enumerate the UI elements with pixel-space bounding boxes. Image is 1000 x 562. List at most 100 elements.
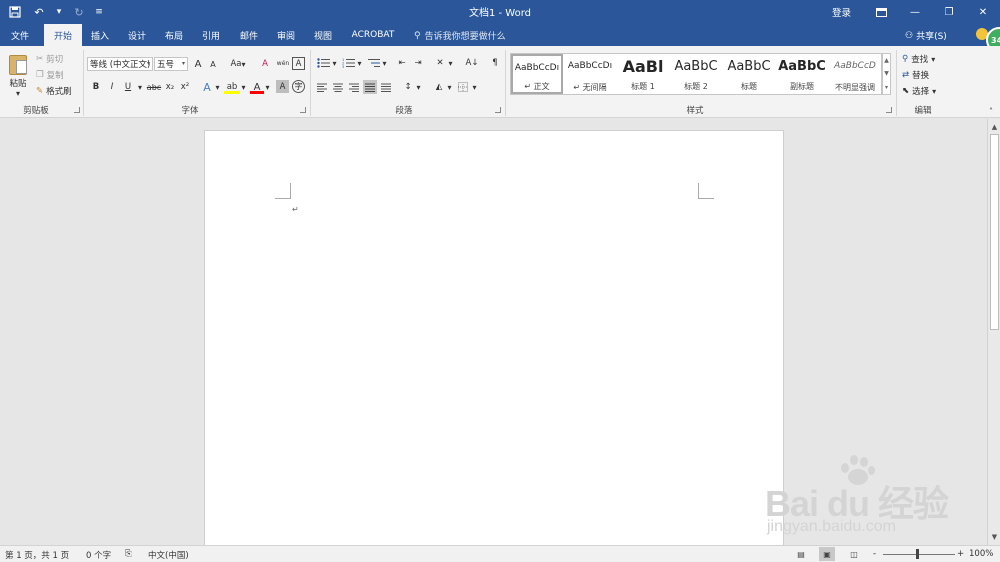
chevron-down-icon[interactable]: ▾ <box>415 80 422 94</box>
paste-dropdown-icon[interactable]: ▾ <box>14 89 22 98</box>
show-marks-icon[interactable]: ¶ <box>488 56 502 70</box>
tell-me-box[interactable]: ⚲ 告诉我你想要做什么 <box>414 29 506 43</box>
document-page[interactable]: ↵ <box>204 130 784 550</box>
tab-design[interactable]: 设计 <box>121 24 153 46</box>
print-layout-icon[interactable]: ▣ <box>819 547 835 561</box>
chinese-layout-icon[interactable]: ✕ <box>433 56 447 70</box>
clipboard-launcher-icon[interactable] <box>74 107 80 113</box>
zoom-out-button[interactable]: - <box>873 549 876 559</box>
page-count[interactable]: 第 1 页，共 1 页 <box>5 549 69 561</box>
phonetic-guide-button[interactable]: wén <box>276 54 290 72</box>
chevron-down-icon[interactable]: ▾ <box>331 56 338 70</box>
font-launcher-icon[interactable] <box>300 107 306 113</box>
paragraph-launcher-icon[interactable] <box>495 107 501 113</box>
tab-review[interactable]: 审阅 <box>270 24 302 46</box>
tab-references[interactable]: 引用 <box>195 24 227 46</box>
font-size-combo[interactable]: 五号 ▾ <box>154 57 188 71</box>
shrink-font-button[interactable]: A <box>207 57 219 71</box>
tab-home[interactable]: 开始 <box>44 24 82 46</box>
close-icon[interactable]: ✕ <box>966 0 1000 24</box>
style-subtitle[interactable]: AaBbC 副标题 <box>776 54 828 94</box>
change-case-button[interactable]: Aa ▾ <box>226 57 250 71</box>
font-name-combo[interactable]: 等线 (中文正文) ▾ <box>87 57 153 71</box>
tab-view[interactable]: 视图 <box>307 24 339 46</box>
underline-button[interactable]: U <box>122 80 134 94</box>
bold-button[interactable]: B <box>90 80 102 94</box>
proofing-icon[interactable]: ⎘ <box>125 549 132 559</box>
character-shading-button[interactable]: A <box>276 80 289 93</box>
style-title[interactable]: AaBbC 标题 <box>723 54 775 94</box>
language[interactable]: 中文(中国) <box>148 549 189 561</box>
chevron-down-icon[interactable]: ▾ <box>214 80 221 94</box>
tab-mailings[interactable]: 邮件 <box>233 24 265 46</box>
gallery-up-icon[interactable]: ▲ <box>884 57 889 64</box>
styles-launcher-icon[interactable] <box>886 107 892 113</box>
enclose-characters-button[interactable]: 字 <box>292 80 305 93</box>
undo-icon[interactable]: ↶ <box>30 3 48 21</box>
subscript-button[interactable]: x₂ <box>164 80 176 94</box>
shading-bucket-icon[interactable]: ◭ <box>432 80 446 94</box>
text-effects-button[interactable]: A <box>200 80 214 94</box>
word-count[interactable]: 0 个字 <box>86 549 111 561</box>
share-button[interactable]: ⚇ 共享(S) <box>905 29 947 43</box>
find-button[interactable]: ⚲ 查找 ▾ <box>902 53 935 65</box>
tab-file[interactable]: 文件 <box>2 24 38 46</box>
scroll-down-icon[interactable]: ▼ <box>989 531 1000 542</box>
ribbon-display-options-icon[interactable] <box>864 0 898 24</box>
restore-icon[interactable]: ❐ <box>932 0 966 24</box>
zoom-thumb[interactable] <box>916 549 919 559</box>
collapse-ribbon-icon[interactable]: ˄ <box>986 106 996 116</box>
cut-button[interactable]: ✂ 剪切 <box>36 52 63 65</box>
chevron-down-icon[interactable]: ▾ <box>264 80 271 94</box>
chevron-down-icon[interactable]: ▾ <box>381 56 388 70</box>
paste-button[interactable]: 粘贴 <box>6 77 30 89</box>
chevron-down-icon[interactable]: ▾ <box>471 80 478 94</box>
redo-icon[interactable]: ↻ <box>70 3 88 21</box>
superscript-button[interactable]: x² <box>179 80 191 94</box>
zoom-slider[interactable] <box>883 554 955 555</box>
format-painter-button[interactable]: ✎ 格式刷 <box>36 84 72 97</box>
customize-qat-icon[interactable]: ≡ <box>94 3 104 21</box>
grow-font-button[interactable]: A <box>192 57 204 71</box>
distributed-icon[interactable] <box>379 80 393 94</box>
italic-button[interactable]: I <box>106 80 118 94</box>
font-color-button[interactable]: A <box>250 80 264 94</box>
chevron-down-icon[interactable]: ▾ <box>356 56 363 70</box>
read-mode-icon[interactable]: ▤ <box>793 547 809 561</box>
gallery-down-icon[interactable]: ▼ <box>884 70 889 77</box>
align-center-icon[interactable] <box>331 80 345 94</box>
align-left-icon[interactable] <box>315 80 329 94</box>
login-link[interactable]: 登录 <box>832 5 851 19</box>
paste-icon[interactable] <box>9 55 27 75</box>
gallery-more-icon[interactable]: ▾ <box>885 84 888 91</box>
scroll-up-icon[interactable]: ▲ <box>989 121 1000 132</box>
style-heading-2[interactable]: AaBbC 标题 2 <box>670 54 722 94</box>
tab-acrobat[interactable]: ACROBAT <box>346 24 400 46</box>
decrease-indent-icon[interactable]: ⇤ <box>395 56 409 70</box>
justify-icon[interactable] <box>363 80 377 94</box>
web-layout-icon[interactable]: ◫ <box>846 547 862 561</box>
tab-layout[interactable]: 布局 <box>158 24 190 46</box>
save-icon[interactable] <box>6 3 24 21</box>
zoom-level[interactable]: 100% <box>969 549 993 559</box>
copy-button[interactable]: ❐ 复制 <box>36 68 64 81</box>
align-right-icon[interactable] <box>347 80 361 94</box>
increase-indent-icon[interactable]: ⇥ <box>411 56 425 70</box>
style-heading-1[interactable]: AaBl 标题 1 <box>617 54 669 94</box>
zoom-in-button[interactable]: + <box>957 549 964 559</box>
character-border-button[interactable]: A <box>292 57 305 70</box>
scroll-thumb[interactable] <box>990 134 999 330</box>
highlight-button[interactable]: ab <box>224 80 240 94</box>
minimize-icon[interactable]: — <box>898 0 932 24</box>
select-button[interactable]: ⬉ 选择 ▾ <box>902 85 936 97</box>
chevron-down-icon[interactable]: ▾ <box>240 80 247 94</box>
borders-icon[interactable] <box>456 80 470 94</box>
underline-dropdown-icon[interactable]: ▾ <box>136 80 144 94</box>
strikethrough-button[interactable]: abc <box>146 80 162 94</box>
chevron-down-icon[interactable]: ▾ <box>446 80 453 94</box>
replace-button[interactable]: ⇄ 替换 <box>902 69 929 81</box>
style-normal[interactable]: AaBbCcDı ↵ 正文 <box>511 54 563 94</box>
vertical-scrollbar[interactable]: ▲ ▼ <box>987 119 1000 545</box>
tab-insert[interactable]: 插入 <box>84 24 116 46</box>
chevron-down-icon[interactable]: ▾ <box>447 56 454 70</box>
